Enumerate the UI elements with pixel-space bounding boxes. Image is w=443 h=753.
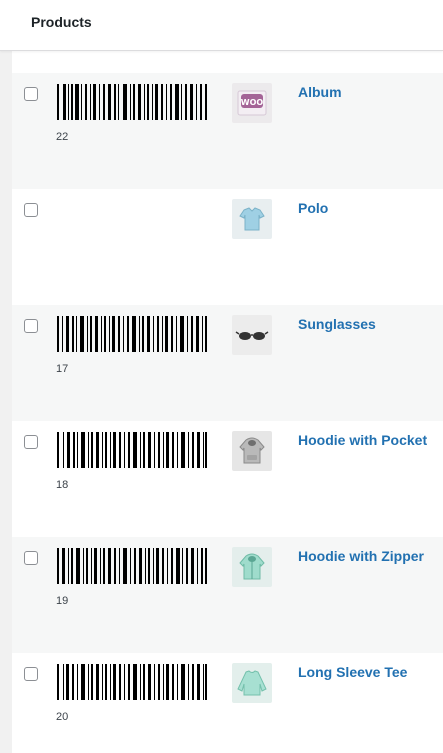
sku-label: 22	[56, 131, 69, 143]
row-checkbox[interactable]	[24, 87, 38, 101]
row-checkbox[interactable]	[24, 319, 38, 333]
row-checkbox[interactable]	[24, 551, 38, 565]
product-name-link[interactable]: Hoodie with Zipper	[298, 548, 424, 564]
product-name-link[interactable]: Polo	[298, 200, 328, 216]
hoodie-zipper-icon[interactable]	[232, 547, 272, 587]
table-row: 18 Hoodie with Pocket	[12, 421, 443, 537]
table-row: 20 Long Sleeve Tee	[12, 653, 443, 753]
hoodie-icon[interactable]	[232, 431, 272, 471]
barcode-image	[57, 664, 207, 700]
barcode-image	[57, 316, 207, 352]
products-table: 22 WOO Album Polo 17 Sunglasses 18 Hoodi…	[12, 51, 443, 753]
product-name-link[interactable]: Long Sleeve Tee	[298, 664, 407, 680]
sku-label: 17	[56, 363, 69, 375]
long-sleeve-tee-icon[interactable]	[232, 663, 272, 703]
row-checkbox[interactable]	[24, 435, 38, 449]
row-checkbox[interactable]	[24, 667, 38, 681]
table-row: 19 Hoodie with Zipper	[12, 537, 443, 653]
sku-label: 20	[56, 711, 69, 723]
barcode-image	[57, 432, 207, 468]
table-row: 17 Sunglasses	[12, 305, 443, 421]
barcode-image	[57, 84, 207, 120]
row-checkbox[interactable]	[24, 203, 38, 217]
product-name-link[interactable]: Sunglasses	[298, 316, 376, 332]
sunglasses-icon[interactable]	[232, 315, 272, 355]
sku-label: 18	[56, 479, 69, 491]
product-name-link[interactable]: Album	[298, 84, 342, 100]
barcode-image	[57, 548, 207, 584]
sku-label: 19	[56, 595, 69, 607]
polo-shirt-icon[interactable]	[232, 199, 272, 239]
woo-album-icon[interactable]: WOO	[232, 83, 272, 123]
product-name-link[interactable]: Hoodie with Pocket	[298, 432, 427, 448]
table-row: Polo	[12, 189, 443, 305]
page-title: Products	[31, 14, 92, 30]
table-row: 22 WOO Album	[12, 73, 443, 189]
top-bar: Products	[0, 0, 443, 51]
svg-text:WOO: WOO	[241, 98, 264, 107]
